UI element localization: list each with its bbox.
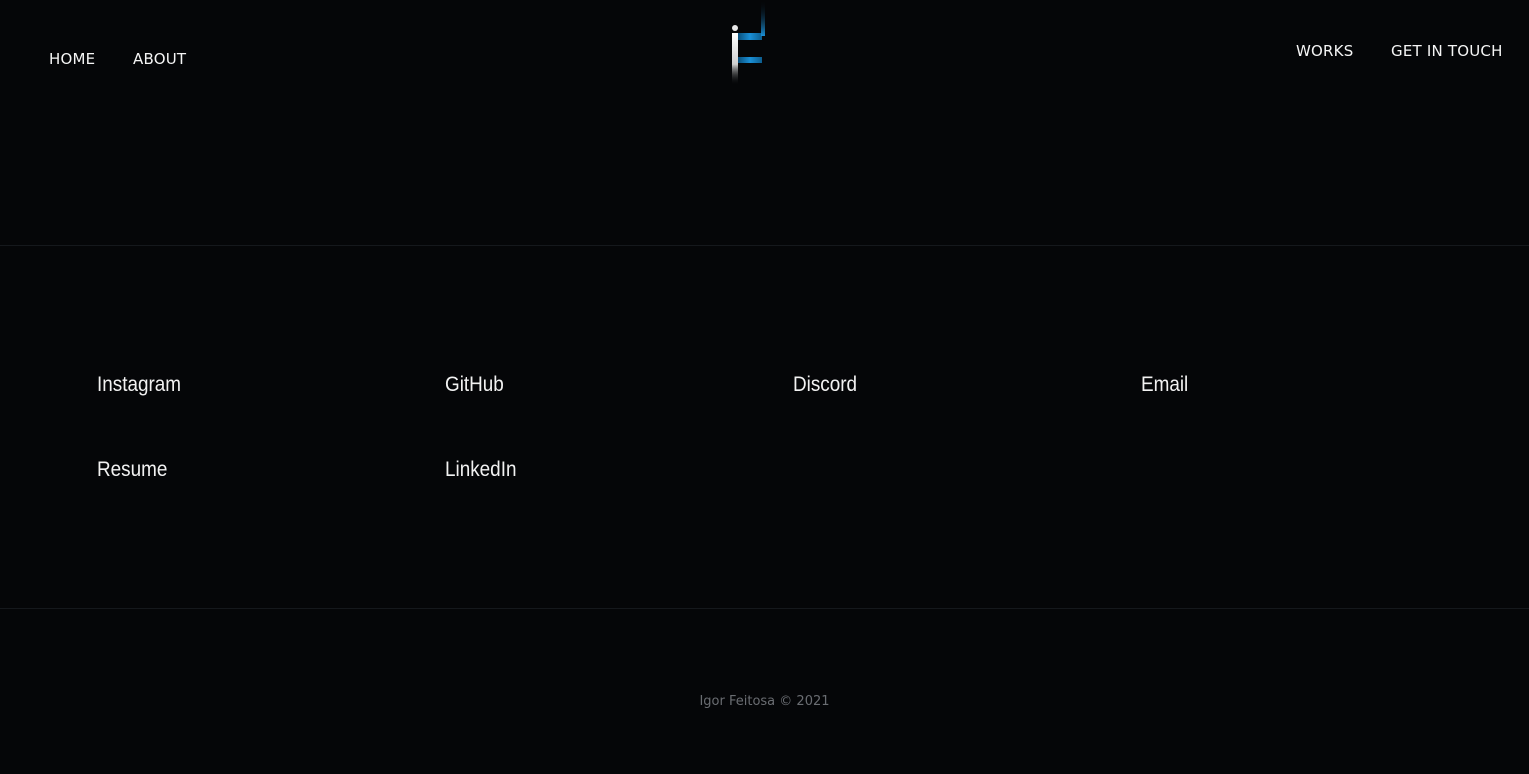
- nav-works-link[interactable]: WORKS: [1296, 42, 1353, 60]
- if-monogram-logo-icon[interactable]: [724, 0, 774, 90]
- discord-link[interactable]: Discord: [793, 373, 857, 397]
- nav-home-link[interactable]: HOME: [49, 50, 95, 68]
- nav-about-link[interactable]: ABOUT: [133, 50, 186, 68]
- footer-copyright: Igor Feitosa © 2021: [699, 694, 830, 709]
- section-divider: [0, 245, 1529, 246]
- footer-divider: [0, 608, 1529, 609]
- linkedin-link[interactable]: LinkedIn: [445, 458, 516, 482]
- email-link[interactable]: Email: [1141, 373, 1188, 397]
- nav-get-in-touch-link[interactable]: GET IN TOUCH: [1391, 42, 1503, 60]
- instagram-link[interactable]: Instagram: [97, 373, 181, 397]
- resume-link[interactable]: Resume: [97, 458, 167, 482]
- github-link[interactable]: GitHub: [445, 373, 504, 397]
